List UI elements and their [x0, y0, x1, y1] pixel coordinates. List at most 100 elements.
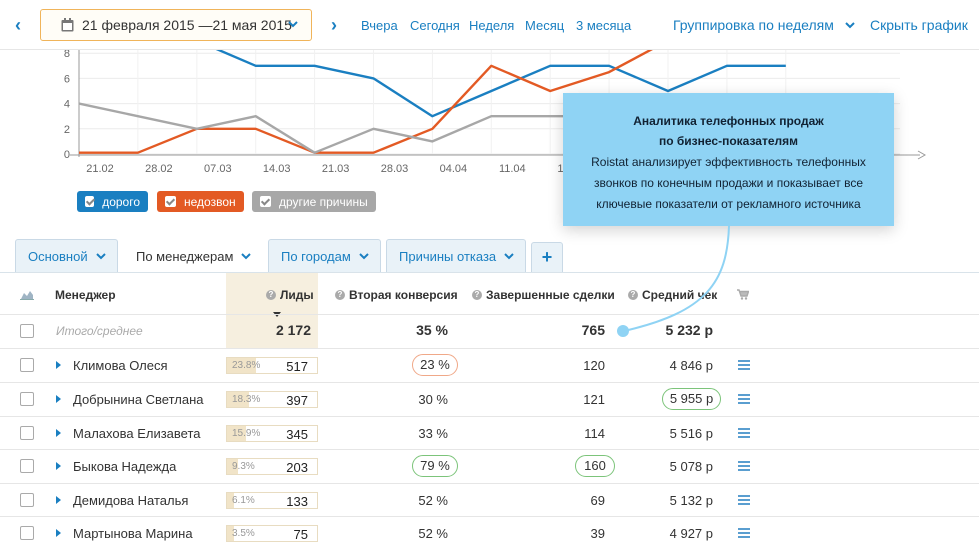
checkbox-icon	[260, 196, 271, 207]
row-divider	[0, 348, 979, 349]
second-conversion-cell: 30 %	[418, 392, 448, 407]
expand-row-icon[interactable]	[56, 496, 61, 504]
grouping-dropdown[interactable]: Группировка по неделям	[673, 17, 856, 33]
row-menu-icon[interactable]	[738, 461, 750, 471]
row-menu-icon[interactable]	[738, 394, 750, 404]
header-closed-deals[interactable]: ? Завершенные сделки	[472, 288, 615, 302]
quick-range-3months[interactable]: 3 месяца	[576, 18, 631, 33]
row-checkbox[interactable]	[20, 358, 34, 372]
legend-item-other-reasons[interactable]: другие причины	[252, 191, 376, 212]
quick-range-yesterday[interactable]: Вчера	[361, 18, 398, 33]
tooltip-body-line-2: звонков по конечным продажи и показывает…	[593, 176, 863, 190]
totals-leads: 2 172	[275, 322, 311, 338]
tab-by-managers[interactable]: По менеджерам	[123, 239, 263, 273]
grouping-label: Группировка по неделям	[673, 17, 834, 33]
expand-row-icon[interactable]	[56, 361, 61, 369]
legend-label: другие причины	[279, 194, 368, 209]
header-second-conversion-label: Вторая конверсия	[349, 288, 458, 302]
y-tick-label: 2	[64, 124, 70, 136]
chevron-down-icon	[241, 253, 251, 260]
avg-check-cell: 5 955 р	[662, 388, 721, 410]
header-manager[interactable]: Менеджер	[55, 288, 116, 302]
header-leads[interactable]: ? Лиды	[266, 288, 314, 302]
checkbox-icon	[165, 196, 176, 207]
y-tick-label: 8	[64, 50, 70, 60]
legend-label: дорого	[102, 194, 140, 209]
legend-item-no-answer[interactable]: недозвон	[157, 191, 244, 212]
row-checkbox[interactable]	[20, 493, 34, 507]
row-menu-icon[interactable]	[738, 428, 750, 438]
legend-label: недозвон	[184, 194, 236, 209]
second-conversion-cell: 79 %	[412, 455, 458, 477]
closed-deals-cell: 160	[575, 455, 615, 477]
row-divider	[0, 382, 979, 383]
row-menu-icon[interactable]	[738, 360, 750, 370]
quick-range-today[interactable]: Сегодня	[410, 18, 460, 33]
header-closed-deals-label: Завершенные сделки	[486, 288, 615, 302]
prev-period-button[interactable]: ‹	[10, 14, 26, 36]
manager-name[interactable]: Добрынина Светлана	[73, 392, 204, 407]
y-tick-label: 6	[64, 73, 70, 85]
manager-name[interactable]: Демидова Наталья	[73, 493, 188, 508]
tab-label: По городам	[281, 249, 351, 264]
tab-label: Основной	[28, 249, 88, 264]
expand-row-icon[interactable]	[56, 395, 61, 403]
chart-icon[interactable]	[20, 289, 34, 300]
x-tick-label: 07.03	[204, 163, 232, 175]
avg-check-cell: 5 078 р	[669, 459, 713, 474]
closed-deals-cell: 121	[583, 392, 605, 407]
hide-chart-link[interactable]: Скрыть график	[870, 17, 968, 33]
leads-bar: 23.8% 517	[226, 357, 318, 374]
chevron-down-icon	[96, 253, 106, 260]
tab-by-cities[interactable]: По городам	[268, 239, 381, 273]
y-tick-label: 0	[64, 149, 70, 161]
add-tab-button[interactable]: +	[531, 242, 563, 273]
second-conversion-cell: 23 %	[412, 354, 458, 376]
expand-row-icon[interactable]	[56, 529, 61, 537]
row-checkbox[interactable]	[20, 459, 34, 473]
row-divider	[0, 449, 979, 450]
chevron-down-icon	[845, 22, 855, 29]
row-checkbox[interactable]	[20, 526, 34, 540]
leads-value: 397	[286, 393, 308, 408]
tab-main[interactable]: Основной	[15, 239, 118, 273]
row-checkbox[interactable]	[20, 392, 34, 406]
row-checkbox[interactable]	[20, 426, 34, 440]
header-second-conversion[interactable]: ? Вторая конверсия	[335, 288, 458, 302]
avg-check-cell: 5 516 р	[669, 426, 713, 441]
select-all-checkbox[interactable]	[20, 324, 34, 338]
expand-row-icon[interactable]	[56, 462, 61, 470]
expand-row-icon[interactable]	[56, 429, 61, 437]
quick-range-week[interactable]: Неделя	[469, 18, 514, 33]
help-icon[interactable]: ?	[335, 290, 345, 300]
leads-value: 133	[286, 494, 308, 509]
manager-name[interactable]: Быкова Надежда	[73, 459, 176, 474]
manager-name[interactable]: Малахова Елизавета	[73, 426, 201, 441]
row-menu-icon[interactable]	[738, 495, 750, 505]
legend-item-expensive[interactable]: дорого	[77, 191, 148, 212]
quick-range-month[interactable]: Месяц	[525, 18, 564, 33]
next-period-button[interactable]: ›	[326, 14, 342, 36]
leads-bar: 15.9% 345	[226, 425, 318, 442]
help-icon[interactable]: ?	[472, 290, 482, 300]
chevron-down-icon	[359, 253, 369, 260]
x-tick-label: 14.03	[263, 163, 291, 175]
tab-label: Причины отказа	[399, 249, 497, 264]
date-range-picker[interactable]: 21 февраля 2015 —21 мая 2015	[40, 9, 312, 41]
row-divider	[0, 314, 979, 315]
tooltip-title-line-1: Аналитика телефонных продаж	[633, 114, 824, 128]
cart-icon[interactable]	[737, 289, 749, 300]
toolbar: ‹ 21 февраля 2015 —21 мая 2015 › Вчера С…	[0, 0, 979, 50]
leads-bar: 18.3% 397	[226, 391, 318, 408]
row-divider	[0, 416, 979, 417]
tabs-divider	[0, 272, 979, 273]
tab-refusal-reasons[interactable]: Причины отказа	[386, 239, 526, 273]
x-tick-label: 21.03	[322, 163, 350, 175]
x-tick-label: 21.02	[86, 163, 114, 175]
tooltip-body-line-1: Roistat анализирует эффективность телефо…	[591, 155, 866, 169]
manager-name[interactable]: Климова Олеся	[73, 358, 168, 373]
row-menu-icon[interactable]	[738, 528, 750, 538]
manager-name[interactable]: Мартынова Марина	[73, 526, 193, 541]
help-icon[interactable]: ?	[266, 290, 276, 300]
tooltip-title-line-2: по бизнес-показателям	[658, 134, 799, 148]
